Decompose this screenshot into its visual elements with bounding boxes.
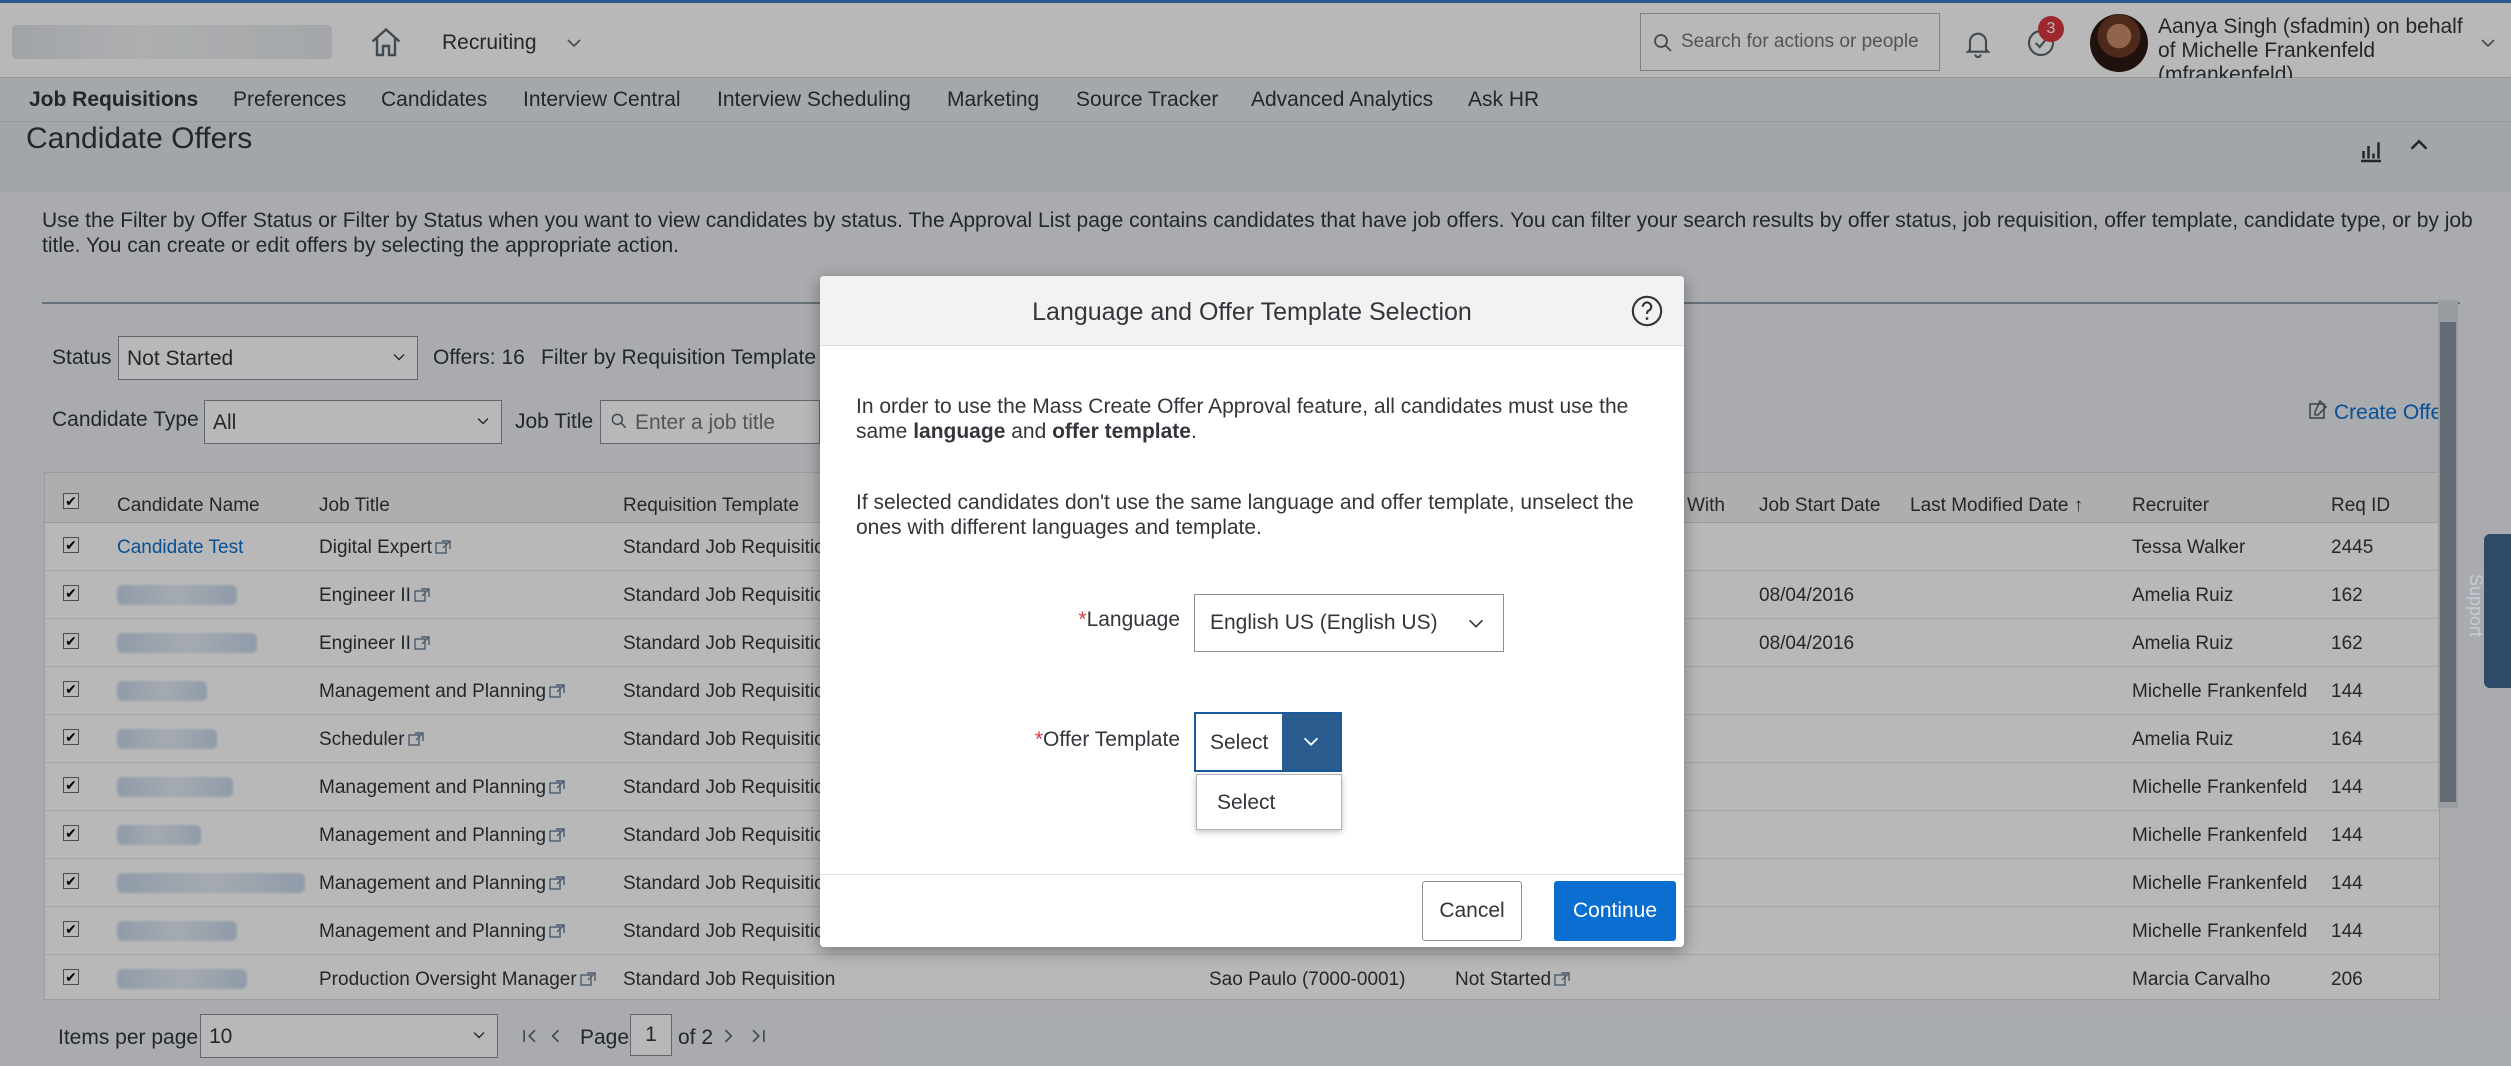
dialog-instructions: In order to use the Mass Create Offer Ap… [856,394,1646,444]
dialog-instructions-bold: offer template [1052,420,1191,443]
offer-template-dropdown-button[interactable] [1282,714,1340,770]
required-marker: * [1034,728,1044,751]
language-value: English US (English US) [1210,611,1438,634]
cancel-button[interactable]: Cancel [1422,881,1522,941]
offer-template-label: *Offer Template [940,728,1180,752]
language-label-text: Language [1086,608,1180,631]
language-select[interactable]: English US (English US) [1194,594,1504,652]
dialog-instructions-bold: language [913,420,1006,443]
dialog-footer: Cancel Continue [820,874,1684,947]
support-tab[interactable]: Support [2466,534,2511,688]
dialog-instructions-text: and [1005,420,1053,443]
dialog-title: Language and Offer Template Selection [1032,298,1472,326]
offer-template-value: Select [1210,731,1269,754]
help-icon[interactable] [1630,294,1664,328]
offer-template-option[interactable]: Select [1217,791,1275,815]
dialog-instructions-text: . [1190,420,1197,443]
dialog-note: If selected candidates don't use the sam… [856,491,1634,539]
offer-template-dropdown-list: Select [1196,774,1342,830]
dialog-header: Language and Offer Template Selection [820,276,1684,346]
chevron-down-icon [1303,737,1319,747]
chevron-down-icon [1468,619,1484,628]
language-label: *Language [1020,608,1180,632]
required-marker: * [1078,608,1087,631]
language-template-dialog: Language and Offer Template Selection In… [820,276,1684,947]
offer-template-label-text: Offer Template [1043,728,1180,751]
support-label: Support [2466,574,2486,638]
continue-button[interactable]: Continue [1554,881,1676,941]
offer-template-select[interactable]: Select [1194,712,1342,772]
